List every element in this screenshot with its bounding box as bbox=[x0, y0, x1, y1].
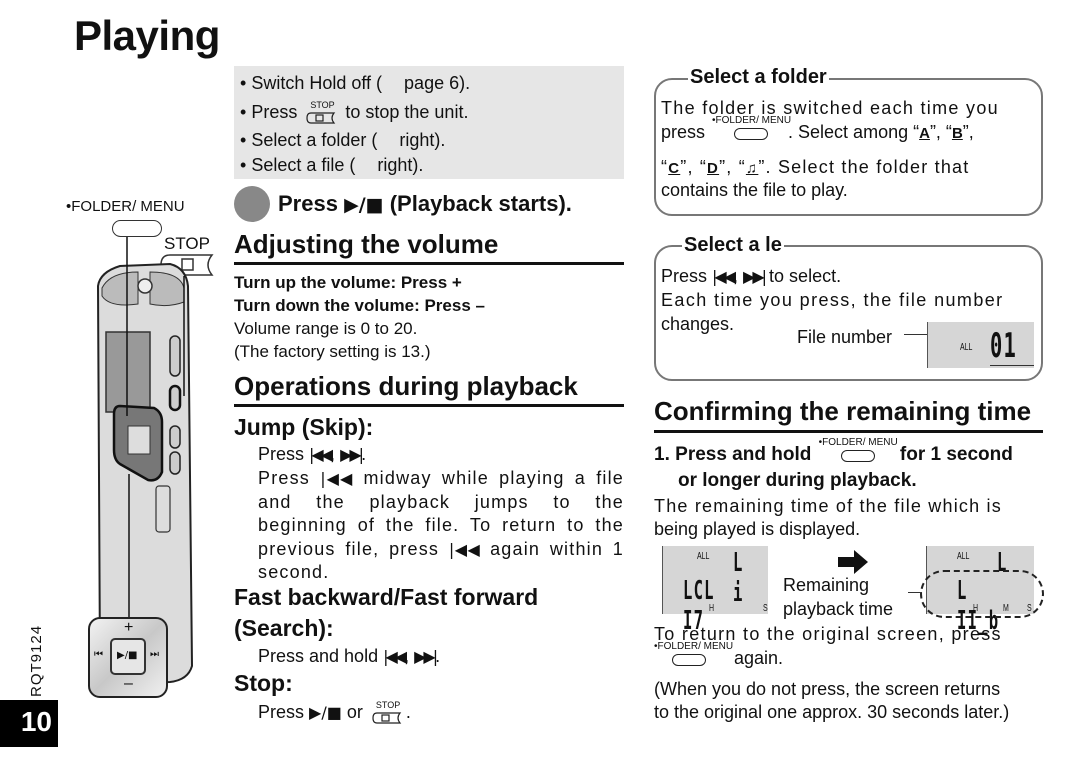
folder-menu-key-icon: •FOLDER/ MENU bbox=[710, 116, 791, 142]
heading-rule bbox=[654, 430, 1043, 433]
folder-a: A bbox=[919, 125, 930, 142]
search-line: Press and hold |◀◀, ▶▶|. bbox=[258, 646, 441, 666]
prev-icon: ⏮ bbox=[94, 649, 103, 660]
select-file-line3: changes. bbox=[661, 314, 735, 334]
prev-icon: |◀◀ bbox=[309, 445, 333, 464]
note-line2: to the original one approx. 30 seconds l… bbox=[654, 702, 1010, 722]
highlight-ellipse bbox=[920, 570, 1044, 618]
folder-d: D bbox=[707, 160, 720, 177]
search-heading-1: Fast backward/Fast forward bbox=[234, 584, 539, 610]
step-playback-starts: Press ▶/■ (Playback starts). bbox=[234, 186, 572, 222]
stop-line: Press ▶/■ or STOP. bbox=[258, 700, 411, 724]
folder-music: ♫ bbox=[745, 160, 759, 177]
jump-heading: Jump (Skip): bbox=[234, 414, 374, 440]
control-pad-illustration: + – ⏮ ⏭ ▶/■ bbox=[88, 617, 168, 698]
select-file-line1: Press |◀◀, ▶▶| to select. bbox=[661, 266, 842, 286]
select-folder-line2: press •FOLDER/ MENU. Select among “A”, “… bbox=[661, 115, 974, 143]
jump-line: Press |◀◀, ▶▶|. bbox=[258, 444, 367, 464]
device-folder-menu-label: •FOLDER/ MENU bbox=[66, 198, 185, 215]
return-line2: •FOLDER/ MENU again. bbox=[654, 641, 784, 669]
volume-range-text: Volume range is 0 to 20. bbox=[234, 319, 418, 338]
note-line1: (When you do not press, the screen retur… bbox=[654, 679, 1001, 699]
prev-icon: |◀◀ bbox=[320, 469, 356, 488]
volume-heading: Adjusting the volume bbox=[234, 229, 499, 259]
right-arrow-icon bbox=[838, 550, 868, 574]
volume-up-icon: + bbox=[124, 619, 134, 636]
heading-rule bbox=[234, 262, 624, 265]
folder-menu-key-icon: •FOLDER/ MENU bbox=[654, 642, 734, 668]
select-folder-title: Select a folder bbox=[688, 66, 829, 89]
file-number-digits: 01 bbox=[990, 326, 1017, 366]
remaining-desc1: The remaining time of the file which is bbox=[654, 496, 1002, 516]
play-stop-icon: ▶/■ bbox=[344, 194, 384, 216]
jump-description: Press |◀◀ midway while playing a file an… bbox=[258, 468, 625, 582]
folder-b: B bbox=[951, 125, 963, 142]
play-stop-button-icon: ▶/■ bbox=[110, 638, 146, 675]
prev-icon: |◀◀ bbox=[383, 647, 407, 666]
play-stop-icon: ▶/■ bbox=[309, 703, 342, 722]
document-code: RQT9124 bbox=[28, 624, 45, 697]
callout-line bbox=[908, 592, 922, 593]
prev-icon: |◀◀ bbox=[448, 539, 484, 559]
step-number-circle bbox=[234, 186, 270, 222]
bullet: • bbox=[240, 73, 247, 93]
volume-factory-text: (The factory setting is 13.) bbox=[234, 342, 431, 361]
select-file-line2: Each time you press, the file number bbox=[661, 290, 1004, 310]
stop-heading: Stop: bbox=[234, 670, 293, 696]
prep-item-file: • Select a file (right). bbox=[240, 155, 424, 175]
remaining-desc2: being played is displayed. bbox=[654, 519, 861, 539]
remaining-heading: Confirming the remaining time bbox=[654, 396, 1032, 426]
select-file-title: Select a le bbox=[682, 234, 784, 257]
search-heading-2: (Search): bbox=[234, 615, 334, 641]
next-icon: ▶▶| bbox=[340, 445, 364, 464]
preparation-box: • Switch Hold off (page 6). • Press STOP t… bbox=[234, 66, 624, 179]
folder-c: C bbox=[668, 160, 681, 177]
volume-down-text: Turn down the volume: Press – bbox=[234, 296, 485, 315]
prep-item-stop: • Press STOP to stop the unit. bbox=[240, 100, 469, 124]
lcd-before: ALL L i LCL I7 H S bbox=[662, 546, 768, 636]
prep-item-folder: • Select a folder (right). bbox=[240, 130, 446, 150]
remaining-callout-1: Remaining bbox=[783, 575, 870, 595]
page-number: 10 bbox=[0, 700, 58, 747]
prep-item-hold: • Switch Hold off (page 6). bbox=[240, 73, 471, 93]
page-title: Playing bbox=[74, 12, 220, 59]
operations-heading: Operations during playback bbox=[234, 371, 578, 401]
heading-rule bbox=[234, 404, 624, 407]
folder-menu-button-icon bbox=[112, 220, 162, 237]
next-icon: ▶▶| bbox=[414, 647, 438, 666]
file-number-lcd: ALL 01 bbox=[927, 322, 1034, 368]
next-icon: ▶▶| bbox=[743, 267, 767, 286]
volume-up-text: Turn up the volume: Press + bbox=[234, 273, 462, 292]
file-number-callout: File number bbox=[797, 327, 893, 347]
next-icon: ⏭ bbox=[150, 649, 159, 660]
remaining-step-line2: or longer during playback. bbox=[678, 470, 917, 491]
folder-menu-key-icon: •FOLDER/ MENU bbox=[817, 438, 898, 464]
stop-key-icon: STOP bbox=[304, 100, 338, 124]
prev-icon: |◀◀ bbox=[712, 267, 736, 286]
select-folder-line4: contains the file to play. bbox=[661, 180, 848, 200]
stop-key-icon: STOP bbox=[370, 700, 404, 724]
volume-down-icon: – bbox=[124, 675, 133, 692]
remaining-callout-2: playback time bbox=[783, 599, 894, 619]
remaining-step-line1: 1. Press and hold •FOLDER/ MENU for 1 se… bbox=[654, 437, 1013, 466]
